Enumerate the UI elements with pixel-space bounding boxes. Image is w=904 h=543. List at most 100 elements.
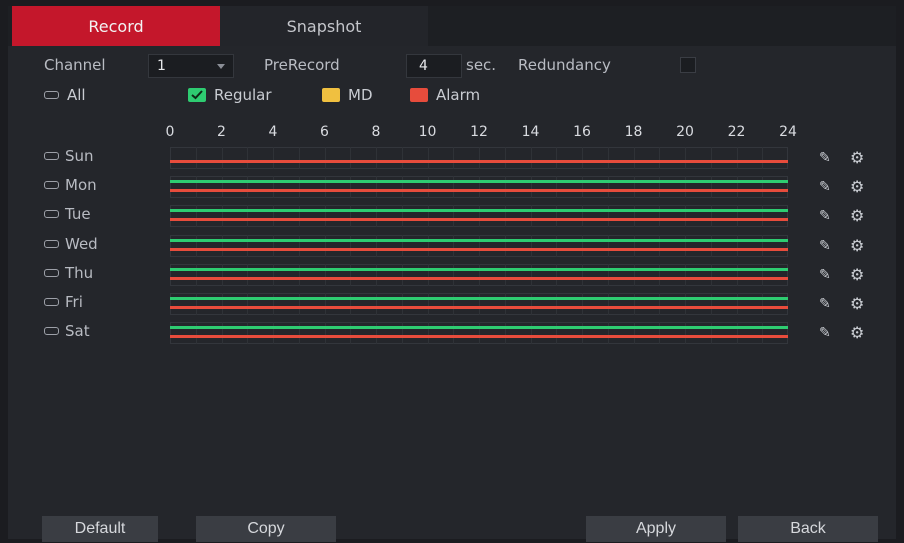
grid-tick [350, 147, 352, 169]
day-label: Fri [65, 293, 83, 311]
pencil-icon[interactable]: ✎ [819, 325, 831, 341]
grid-tick [324, 147, 326, 169]
grid-tick [376, 147, 377, 169]
default-button[interactable]: Default [42, 516, 158, 542]
hour-label: 20 [676, 124, 694, 140]
back-button[interactable]: Back [738, 516, 878, 542]
grid-tick [659, 147, 661, 169]
toggle-icon [44, 268, 59, 277]
alarm-bar [170, 247, 788, 251]
toggle-icon [44, 327, 59, 336]
channel-select[interactable]: 1 [148, 54, 234, 78]
copy-button[interactable]: Copy [196, 516, 336, 542]
alarm-bar [170, 189, 788, 193]
day-label: Sat [65, 322, 90, 341]
schedule-timeline[interactable] [170, 147, 788, 169]
regular-bar [170, 209, 788, 213]
gear-icon[interactable]: ⚙ [850, 177, 864, 196]
grid-tick [736, 147, 738, 169]
legend-alarm: Alarm [410, 86, 480, 104]
day-toggle[interactable]: Thu [44, 264, 93, 282]
day-toggle[interactable]: Sun [44, 147, 94, 165]
sec-label: sec. [466, 56, 497, 74]
gear-icon[interactable]: ⚙ [850, 236, 864, 255]
all-toggle[interactable]: All [44, 86, 86, 104]
grid-tick [401, 147, 403, 169]
hour-label: 6 [320, 124, 329, 140]
day-label: Sun [65, 147, 94, 165]
gear-icon[interactable]: ⚙ [850, 206, 864, 225]
toggle-icon [44, 181, 59, 190]
redundancy-checkbox[interactable] [680, 57, 696, 73]
day-label: Wed [65, 234, 98, 253]
grid-tick [298, 147, 300, 169]
gear-icon[interactable]: ⚙ [850, 323, 864, 342]
regular-bar [170, 326, 788, 330]
grid-tick [685, 147, 686, 169]
alarm-swatch [410, 88, 428, 102]
pencil-icon[interactable]: ✎ [819, 208, 831, 224]
prerecord-value: 4 [419, 58, 428, 74]
day-row-tue: Tue ✎ ⚙ [44, 205, 884, 228]
hour-label: 4 [268, 124, 278, 140]
day-toggle[interactable]: Mon [44, 176, 97, 194]
day-row-wed: Wed ✎ ⚙ [44, 234, 884, 257]
schedule-timeline[interactable] [170, 176, 788, 199]
alarm-label: Alarm [436, 86, 481, 104]
pencil-icon[interactable]: ✎ [819, 150, 831, 166]
pencil-icon[interactable]: ✎ [819, 238, 831, 254]
hour-label: 12 [470, 124, 488, 140]
grid-tick [556, 147, 558, 169]
day-toggle[interactable]: Sat [44, 322, 90, 340]
schedule-timeline[interactable] [170, 234, 788, 257]
alarm-bar [170, 306, 788, 309]
alarm-bar [170, 160, 788, 163]
gear-icon[interactable]: ⚙ [850, 265, 864, 284]
chevron-down-icon [217, 64, 225, 69]
grid-tick [427, 147, 429, 169]
grid-tick [633, 147, 635, 169]
day-label: Thu [65, 263, 94, 282]
md-swatch [322, 88, 340, 102]
hour-label: 24 [779, 124, 797, 140]
gear-icon[interactable]: ⚙ [850, 148, 864, 167]
schedule-timeline[interactable] [170, 293, 788, 315]
day-row-mon: Mon ✎ ⚙ [44, 176, 884, 199]
pencil-icon[interactable]: ✎ [819, 296, 831, 312]
pencil-icon[interactable]: ✎ [819, 267, 831, 283]
regular-bar [170, 267, 788, 271]
prerecord-label: PreRecord [264, 56, 340, 74]
hour-label: 22 [727, 124, 746, 140]
alarm-bar [170, 276, 788, 280]
grid-tick [221, 147, 223, 169]
apply-button[interactable]: Apply [586, 516, 726, 542]
toggle-icon [44, 91, 59, 99]
channel-label: Channel [44, 56, 106, 74]
channel-value: 1 [157, 58, 166, 74]
schedule-timeline[interactable] [170, 263, 788, 286]
day-label: Mon [65, 176, 97, 195]
regular-swatch [188, 88, 206, 102]
schedule-timeline[interactable] [170, 205, 788, 228]
tab-snapshot[interactable]: Snapshot [220, 6, 428, 46]
pencil-icon[interactable]: ✎ [819, 179, 831, 195]
toggle-icon [44, 239, 59, 248]
day-toggle[interactable]: Wed [44, 235, 98, 253]
grid-tick [762, 147, 764, 169]
day-toggle[interactable]: Fri [44, 293, 83, 311]
grid-tick [582, 147, 583, 169]
gear-icon[interactable]: ⚙ [850, 294, 864, 313]
hour-scale: 0 2 4 6 8 10 12 14 16 18 20 22 24 [162, 124, 802, 144]
grid-tick [710, 147, 712, 169]
tab-record[interactable]: Record [12, 6, 220, 46]
schedule-timeline[interactable] [170, 322, 788, 345]
day-toggle[interactable]: Tue [44, 205, 91, 223]
grid-tick [479, 147, 480, 169]
grid-tick [247, 147, 249, 169]
grid-tick [530, 147, 532, 169]
prerecord-input[interactable]: 4 [406, 54, 462, 78]
toggle-icon [44, 210, 59, 219]
hour-label: 8 [371, 124, 381, 140]
regular-label: Regular [214, 86, 272, 104]
legend-regular: Regular [188, 86, 272, 104]
